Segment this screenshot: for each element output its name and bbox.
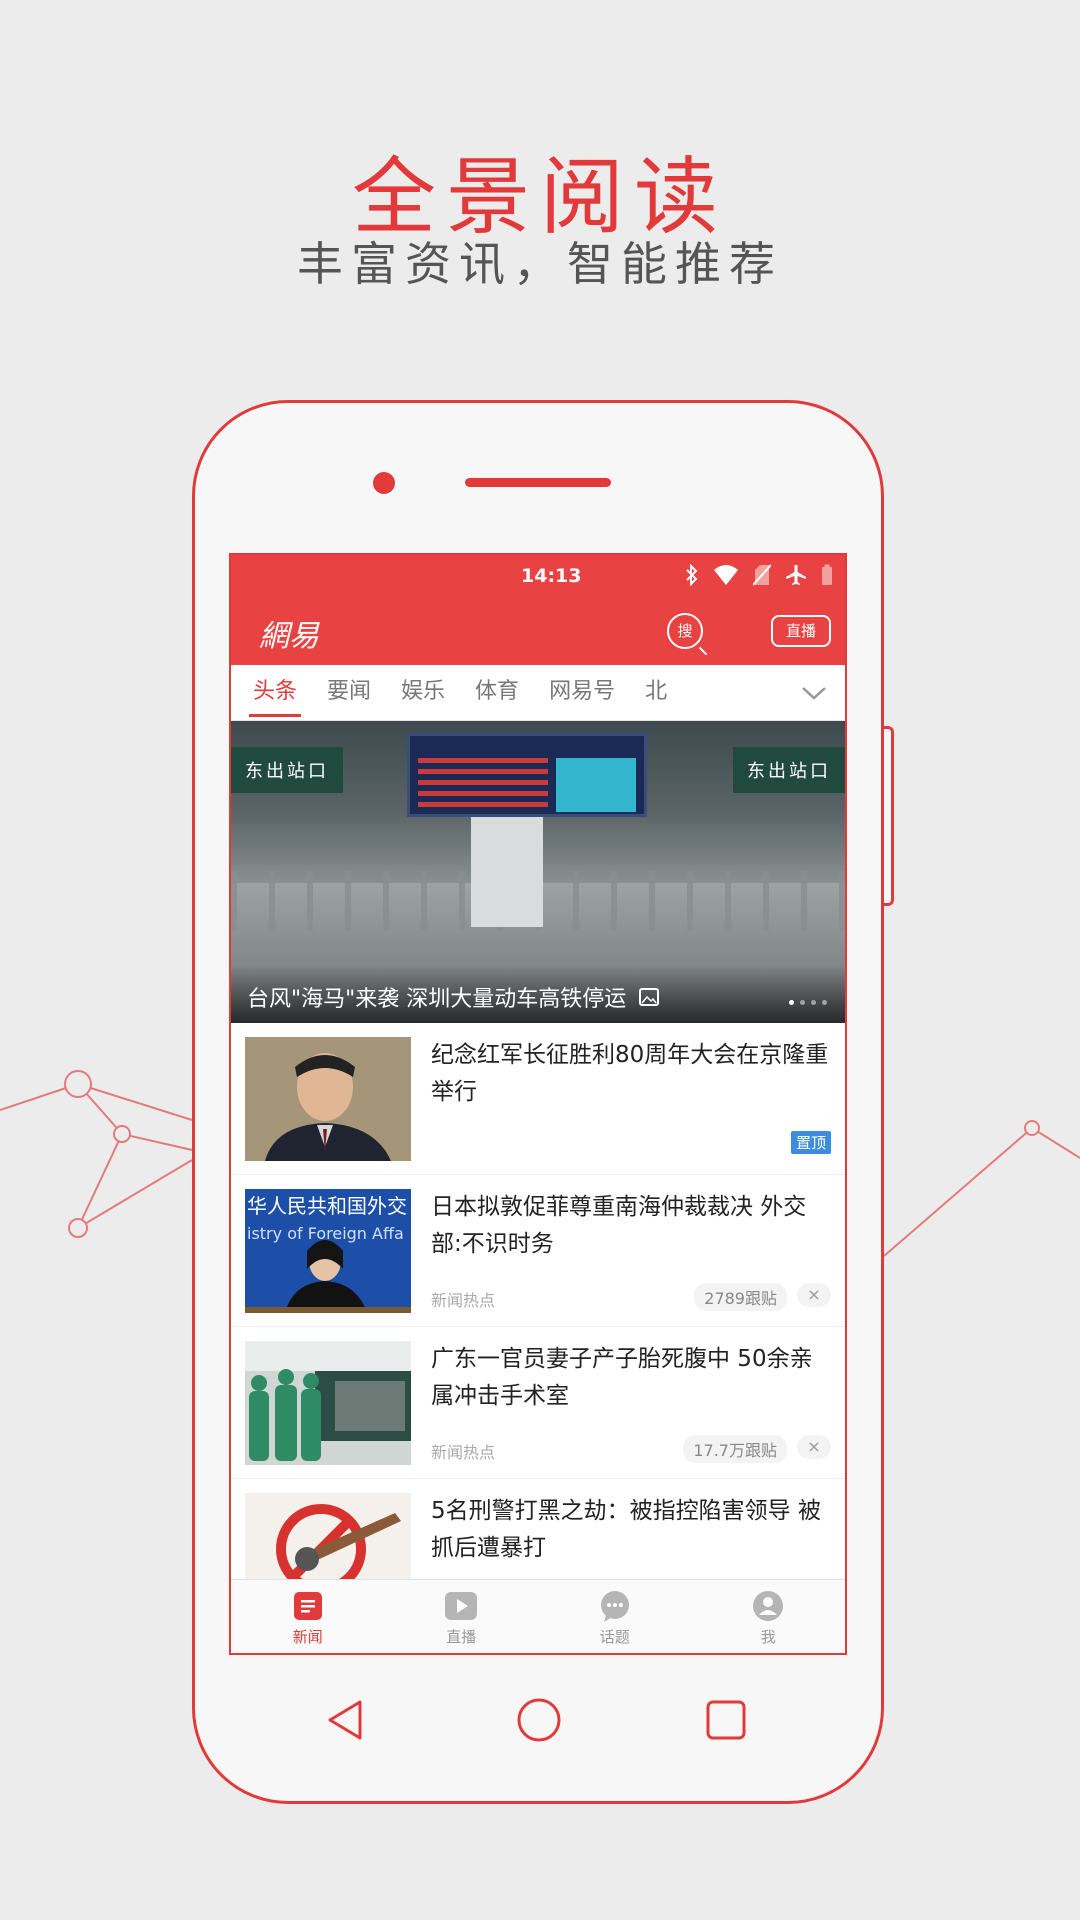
android-nav-keys [328, 1698, 746, 1742]
bluetooth-icon [685, 563, 699, 590]
promo-subtitle: 丰富资讯，智能推荐 [297, 237, 783, 291]
pinned-badge: 置顶 [790, 1131, 831, 1154]
user-icon [692, 1588, 846, 1624]
play-icon [385, 1588, 539, 1624]
news-source: 新闻热点 [431, 1291, 496, 1310]
no-sim-icon [752, 564, 772, 590]
news-source: 新闻热点 [431, 1443, 496, 1462]
app-bar: 網易 搜 直播 [231, 597, 845, 665]
comment-count[interactable]: 17.7万跟贴 [683, 1435, 787, 1463]
hero-sign-right: 东出站口 [733, 747, 845, 793]
carousel-dot[interactable] [822, 1000, 827, 1005]
chevron-down-icon[interactable] [783, 665, 845, 720]
phone-camera [373, 472, 395, 494]
carousel-indicator [789, 1000, 827, 1005]
news-thumbnail [245, 1037, 411, 1161]
svg-text:华人民共和国外交: 华人民共和国外交 [247, 1194, 407, 1218]
comment-count[interactable]: 2789跟贴 [694, 1283, 787, 1311]
channel-tab-bar: 头条 要闻 娱乐 体育 网易号 北 [231, 665, 845, 721]
battery-icon [821, 564, 833, 590]
news-title: 纪念红军长征胜利80周年大会在京隆重举行 [431, 1042, 829, 1105]
hero-sign-left: 东出站口 [231, 747, 343, 793]
status-bar: 14:13 [231, 555, 845, 597]
search-button[interactable]: 搜 [667, 613, 703, 649]
hero-carousel[interactable]: 东出站口 东出站口 台风"海马"来袭 深圳大量动车高铁停运 [231, 721, 845, 1023]
carousel-dot[interactable] [789, 1000, 794, 1005]
news-title: 日本拟敦促菲尊重南海仲裁裁决 外交部:不识时务 [431, 1194, 807, 1257]
tab-headlines[interactable]: 头条 [248, 665, 302, 721]
back-key-icon [328, 1700, 362, 1740]
airplane-icon [785, 564, 807, 590]
hero-caption: 台风"海马"来袭 深圳大量动车高铁停运 [247, 981, 660, 1013]
bottom-navigation: 新闻 直播 话题 我 [231, 1579, 845, 1653]
status-time: 14:13 [521, 565, 582, 587]
tab-sports[interactable]: 体育 [475, 665, 519, 721]
recents-key-icon [706, 1700, 746, 1740]
tab-beijing[interactable]: 北 [645, 665, 667, 721]
list-item[interactable]: 华人民共和国外交 istry of Foreign Affa 日本拟敦促菲尊重南… [231, 1175, 845, 1327]
phone-speaker [465, 478, 611, 487]
nav-item-news[interactable]: 新闻 [231, 1580, 385, 1653]
news-thumbnail: 华人民共和国外交 istry of Foreign Affa [245, 1189, 411, 1313]
wifi-icon [713, 564, 739, 590]
news-title: 广东一官员妻子产子胎死腹中 50余亲属冲击手术室 [431, 1346, 813, 1409]
app-screen: 14:13 網易 搜 直播 头条 要闻 娱乐 体育 网易号 北 东出站口 东出站… [229, 553, 847, 1655]
tab-entertainment[interactable]: 娱乐 [401, 665, 445, 721]
tab-netease-accounts[interactable]: 网易号 [549, 665, 615, 721]
app-logo: 網易 [259, 619, 319, 654]
tab-news[interactable]: 要闻 [327, 665, 371, 721]
news-thumbnail [245, 1341, 411, 1465]
nav-item-me[interactable]: 我 [692, 1580, 846, 1653]
list-item[interactable]: 纪念红军长征胜利80周年大会在京隆重举行 置顶 [231, 1023, 845, 1175]
departure-board [407, 733, 647, 817]
gallery-icon [639, 987, 660, 1012]
home-key-icon [517, 1698, 561, 1742]
news-title: 5名刑警打黑之劫：被指控陷害领导 被抓后遭暴打 [431, 1498, 821, 1561]
chat-bubble-icon [538, 1588, 692, 1624]
phone-side-button [884, 726, 894, 906]
dismiss-button[interactable]: × [797, 1435, 831, 1459]
dismiss-button[interactable]: × [797, 1283, 831, 1307]
carousel-dot[interactable] [811, 1000, 816, 1005]
live-button[interactable]: 直播 [771, 615, 831, 647]
nav-item-live[interactable]: 直播 [385, 1580, 539, 1653]
news-icon [231, 1588, 385, 1624]
list-item[interactable]: 广东一官员妻子产子胎死腹中 50余亲属冲击手术室 新闻热点 17.7万跟贴 × [231, 1327, 845, 1479]
carousel-dot[interactable] [800, 1000, 805, 1005]
nav-item-topics[interactable]: 话题 [538, 1580, 692, 1653]
